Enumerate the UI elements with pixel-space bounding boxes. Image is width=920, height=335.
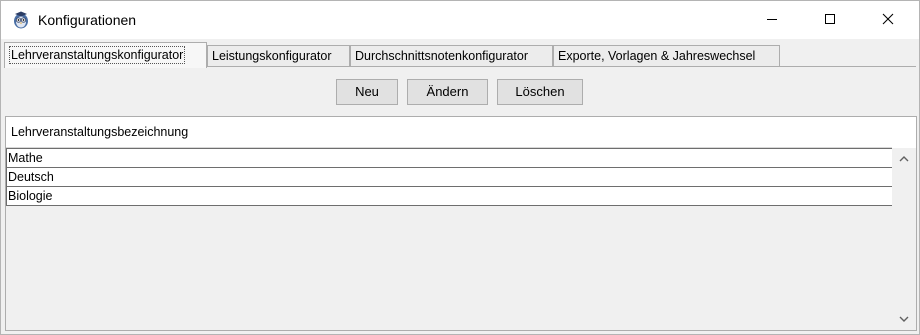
configurations-window: Konfigurationen Lehrveranstaltungskonfig…: [0, 0, 920, 335]
edit-button[interactable]: Ändern: [407, 79, 488, 105]
row-cell: Mathe: [8, 151, 43, 165]
maximize-icon: [824, 13, 836, 28]
title-bar[interactable]: Konfigurationen: [1, 1, 919, 39]
table-body: Mathe Deutsch Biologie: [6, 148, 893, 330]
tab-durchschnittsnotenkonfigurator[interactable]: Durchschnittsnotenkonfigurator: [350, 45, 553, 67]
vertical-scrollbar[interactable]: [892, 148, 916, 330]
minimize-icon: [766, 13, 778, 28]
table-header[interactable]: Lehrveranstaltungsbezeichnung: [6, 117, 892, 148]
table-row[interactable]: Mathe: [6, 148, 893, 168]
chevron-down-icon: [899, 312, 909, 326]
table-row[interactable]: Deutsch: [6, 167, 893, 187]
tab-bar: Lehrveranstaltungskonfigurator Leistungs…: [1, 39, 919, 69]
tab-lehrveranstaltungskonfigurator[interactable]: Lehrveranstaltungskonfigurator: [4, 42, 207, 68]
tab-label: Leistungskonfigurator: [212, 49, 332, 63]
tab-label: Exporte, Vorlagen & Jahreswechsel: [558, 49, 756, 63]
table-row[interactable]: Biologie: [6, 186, 893, 206]
close-icon: [882, 13, 894, 28]
chevron-up-icon: [899, 152, 909, 166]
tab-exporte-vorlagen-jahreswechsel[interactable]: Exporte, Vorlagen & Jahreswechsel: [553, 45, 780, 67]
minimize-button[interactable]: [749, 1, 795, 39]
new-button[interactable]: Neu: [336, 79, 398, 105]
scroll-up-button[interactable]: [892, 148, 916, 170]
close-button[interactable]: [865, 1, 911, 39]
row-cell: Biologie: [8, 189, 53, 203]
tab-label: Durchschnittsnotenkonfigurator: [355, 49, 529, 63]
tab-label: Lehrveranstaltungskonfigurator: [9, 46, 186, 64]
column-header-label: Lehrveranstaltungsbezeichnung: [11, 125, 189, 139]
tab-leistungskonfigurator[interactable]: Leistungskonfigurator: [207, 45, 350, 67]
window-title: Konfigurationen: [38, 12, 137, 28]
course-table: Lehrveranstaltungsbezeichnung Mathe Deut…: [5, 116, 917, 331]
row-cell: Deutsch: [8, 170, 54, 184]
delete-button[interactable]: Löschen: [497, 79, 583, 105]
owl-app-icon: [12, 11, 30, 29]
maximize-button[interactable]: [807, 1, 853, 39]
scroll-down-button[interactable]: [892, 308, 916, 330]
